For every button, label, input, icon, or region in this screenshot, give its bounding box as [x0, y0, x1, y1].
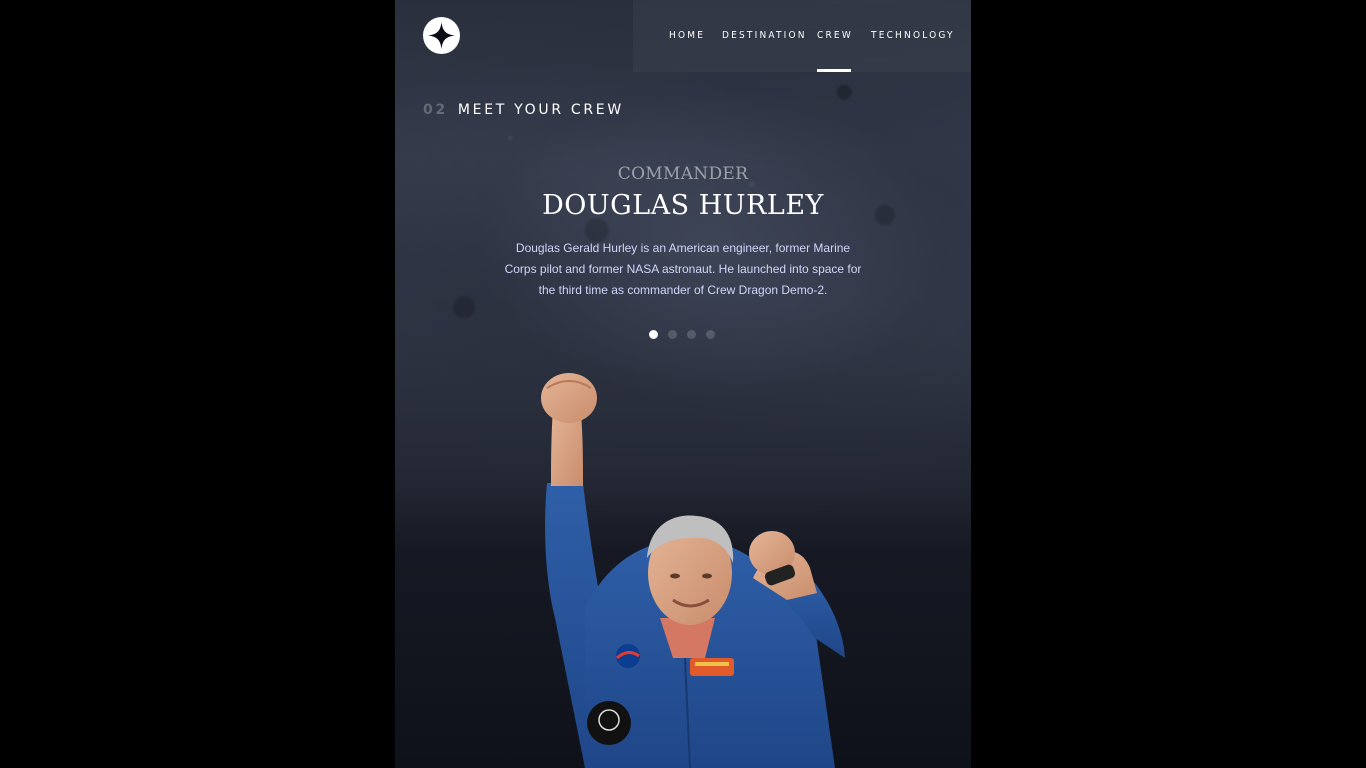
page-heading: 02 MEET YOUR CREW	[423, 102, 624, 118]
primary-navigation: HOME DESTINATION CREW TECHNOLOGY	[633, 0, 971, 72]
crew-bio: Douglas Gerald Hurley is an American eng…	[504, 241, 862, 297]
nav-item-home[interactable]: HOME	[669, 30, 705, 72]
crew-name: DOUGLAS HURLEY	[542, 190, 824, 221]
crew-dot-2[interactable]	[668, 330, 677, 339]
star-shape	[428, 22, 455, 49]
nav-item-technology[interactable]: TECHNOLOGY	[871, 30, 955, 72]
crew-member-photo	[541, 373, 845, 768]
nav-item-destination[interactable]: DESTINATION	[722, 30, 807, 72]
crew-pagination	[649, 330, 715, 339]
star-logo-icon[interactable]	[423, 17, 460, 54]
crew-dot-4[interactable]	[706, 330, 715, 339]
page-number: 02	[423, 102, 448, 118]
crew-dot-1[interactable]	[649, 330, 658, 339]
crew-role: COMMANDER	[617, 164, 749, 184]
nav-item-crew[interactable]: CREW	[817, 30, 853, 72]
crew-dot-3[interactable]	[687, 330, 696, 339]
crew-page: HOME DESTINATION CREW TECHNOLOGY 02 MEET …	[395, 0, 971, 768]
page-title: MEET YOUR CREW	[457, 102, 624, 118]
